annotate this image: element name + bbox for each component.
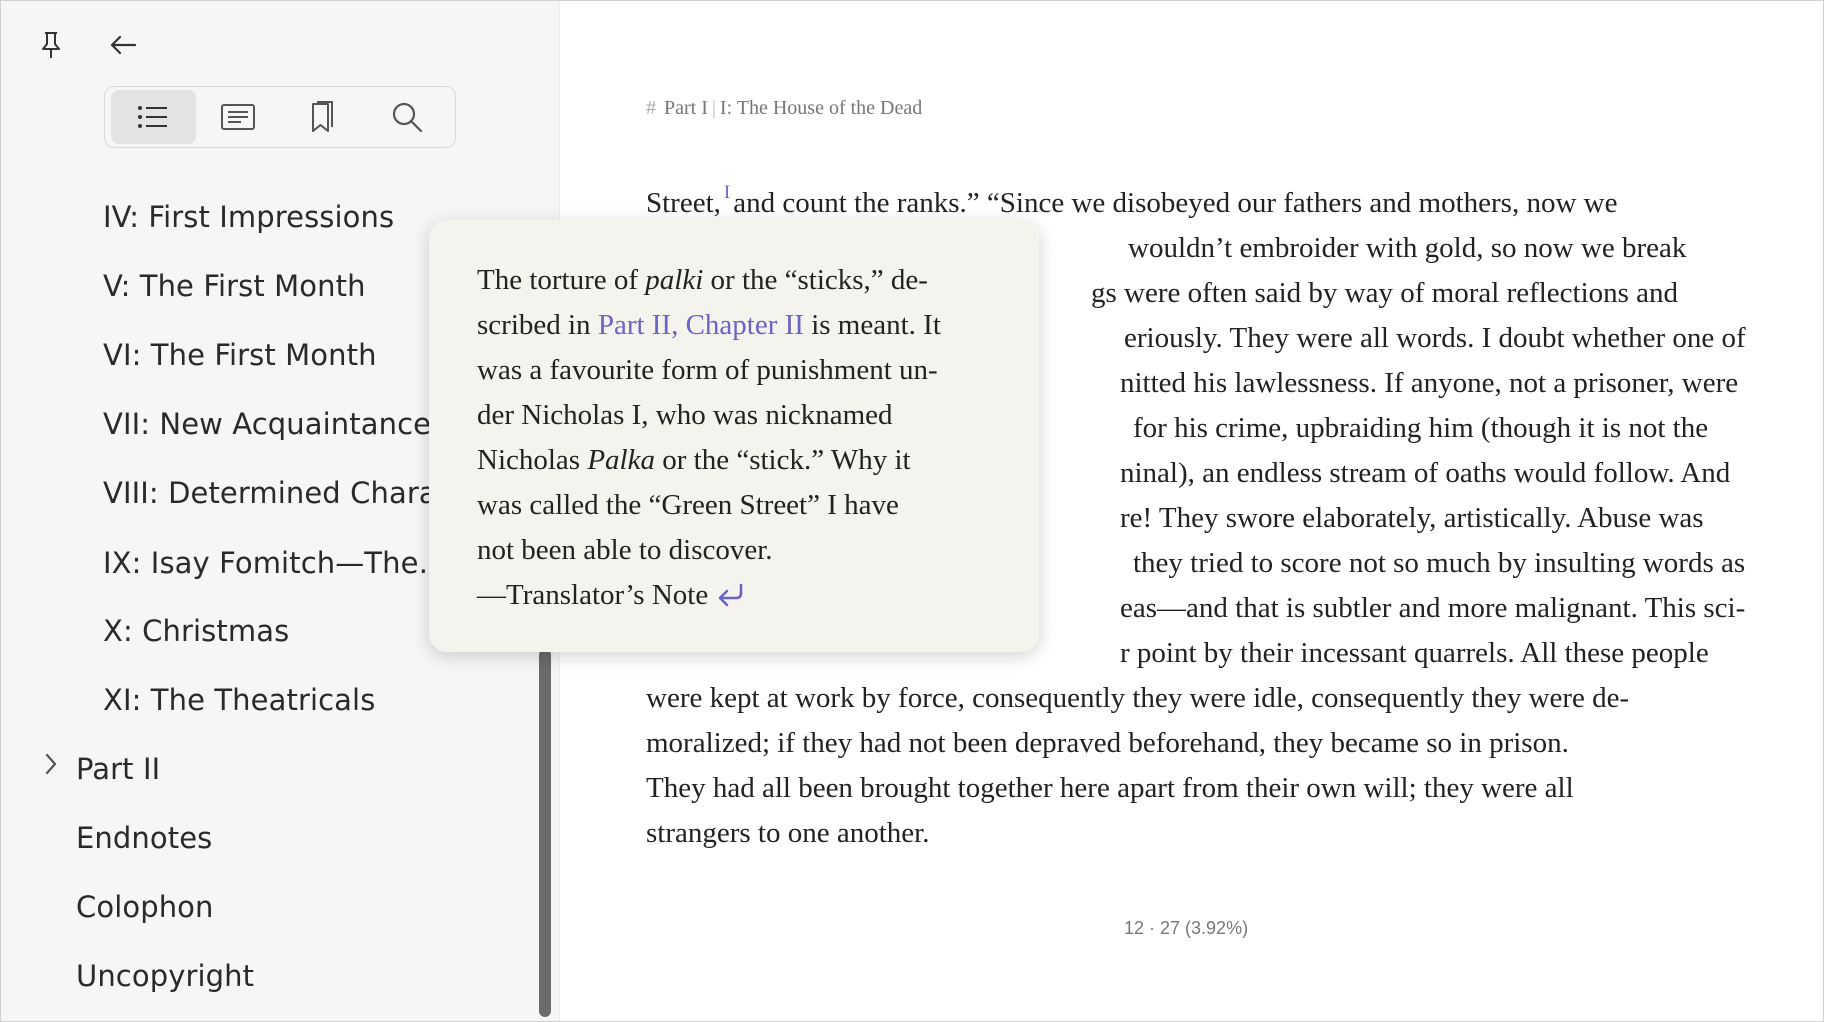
text-line: moralized; if they had not been depraved… [646,727,1569,759]
text-line: Street, Iand count the ranks.” “Since we … [646,182,1618,219]
toc-item[interactable]: Colophon [76,887,214,927]
page-indicator: 12 · 27 (3.92%) [1124,918,1249,938]
text-line: They had all been brought together here … [646,772,1574,804]
sidebar-scrollbar[interactable] [539,649,551,1017]
toc-item[interactable]: VI: The First Month [103,335,377,375]
hash-icon: # [646,97,656,119]
return-icon[interactable] [716,582,744,608]
pin-button[interactable] [31,25,71,65]
breadcrumb: # Part I | I: The House of the Dead [646,97,922,120]
popup-line: der Nicholas I, who was nicknamed [477,399,893,431]
popup-line: scribed in Part II, Chapter II is meant.… [477,309,941,341]
bookmark-icon [312,101,334,132]
popup-line: —Translator’s Note [477,573,991,618]
popup-line: Nicholas Palka or the “stick.” Why it [477,444,911,476]
breadcrumb-separator: | [711,97,716,119]
cross-reference-link[interactable]: Part II, Chapter II [598,309,804,341]
list-icon [138,106,168,128]
text-line: were kept at work by force, consequently… [646,682,1630,714]
toc-item[interactable]: VIII: Determined Characte [103,473,482,513]
toc-item[interactable]: V: The First Month [103,266,366,306]
toc-item[interactable]: IX: Isay Fomitch—The… [103,543,448,583]
popup-line: was called the “Green Street” I have [477,489,899,521]
popup-line: not been able to discover. [477,534,773,566]
breadcrumb-chapter[interactable]: I: The House of the Dead [720,97,922,119]
text-line: strangers to one another. [646,817,930,849]
toc-item[interactable]: IV: First Impressions [103,197,394,237]
tab-contents[interactable] [111,90,196,144]
tab-bookmarks[interactable] [280,90,365,144]
arrow-left-icon [110,35,137,55]
tab-search[interactable] [365,90,450,144]
search-icon [392,102,422,133]
toc-item[interactable]: XI: The Theatricals [103,680,375,720]
toc-item[interactable]: Uncopyright [76,956,254,996]
sidebar-tabs [104,86,456,148]
breadcrumb-part[interactable]: Part I [664,97,708,119]
toc-item[interactable]: VII: New Acquaintances… [103,404,475,444]
toc-item[interactable]: X: Christmas [103,611,289,651]
popup-line: was a favourite form of punishment un- [477,354,938,386]
notes-icon [220,104,255,130]
back-button[interactable] [103,25,143,65]
popup-line: The torture of palki or the “sticks,” de… [477,264,928,296]
pin-icon [42,32,60,58]
toc-item[interactable]: Endnotes [76,818,212,858]
footnote-reference[interactable]: I [721,182,733,203]
toc-item-part-ii[interactable]: Part II [76,749,160,789]
tab-notes[interactable] [196,90,281,144]
chevron-right-icon[interactable] [39,749,63,779]
footnote-popup: The torture of palki or the “sticks,” de… [429,220,1039,652]
